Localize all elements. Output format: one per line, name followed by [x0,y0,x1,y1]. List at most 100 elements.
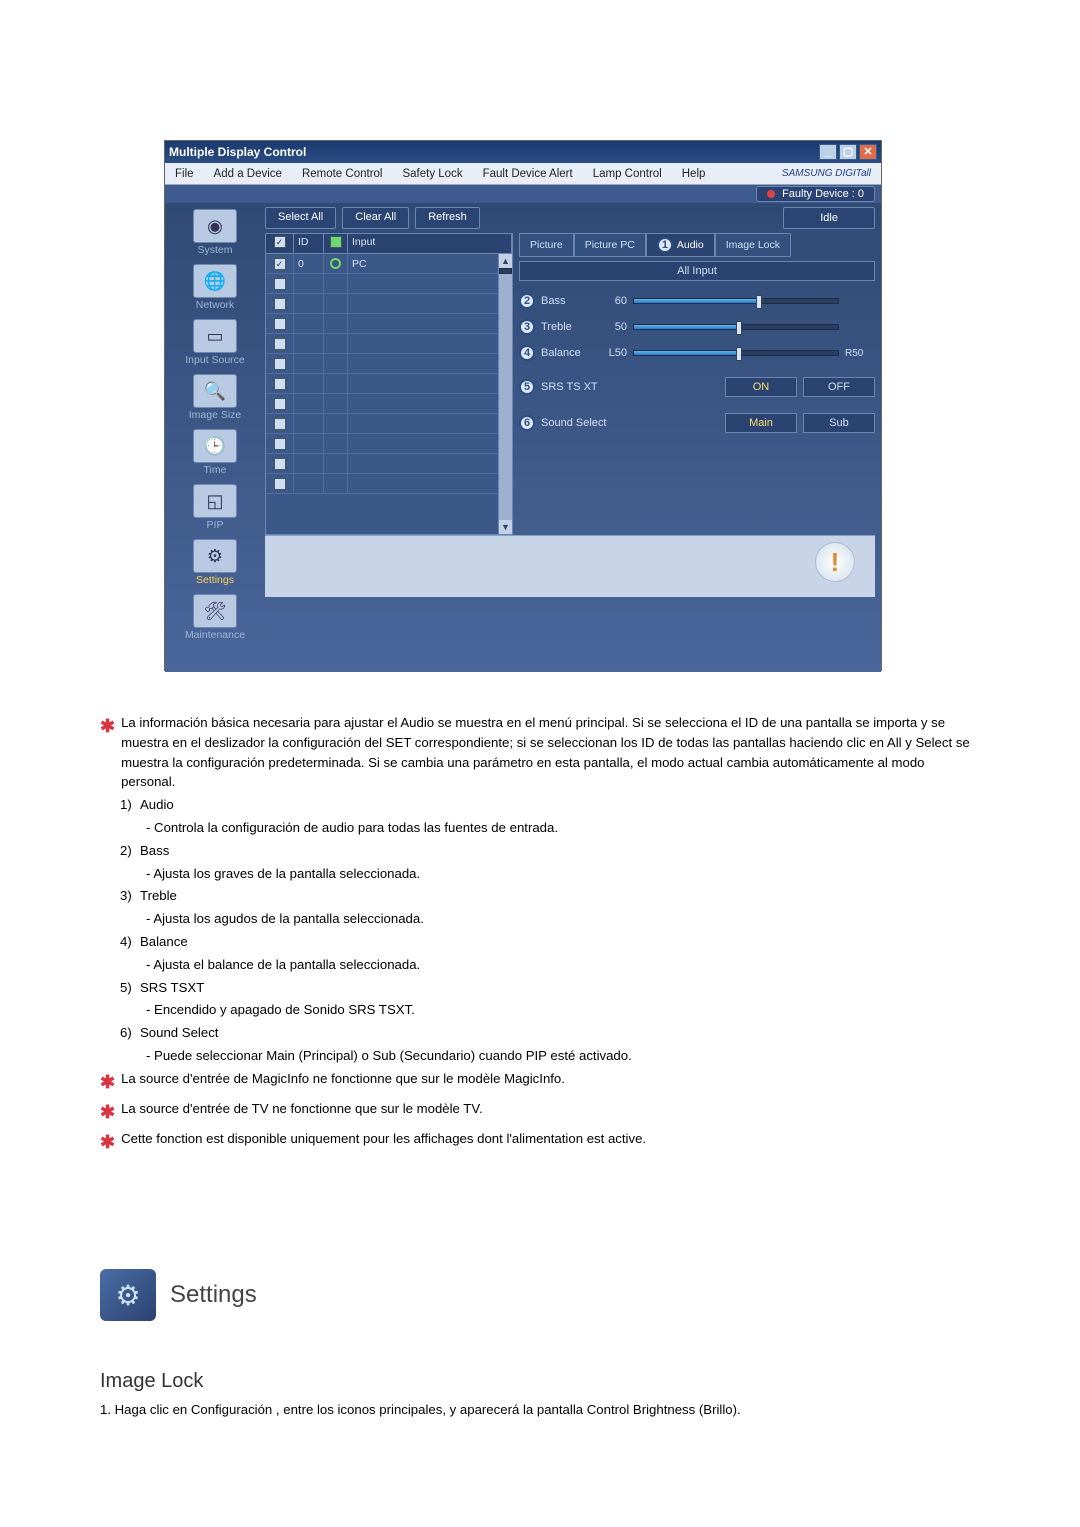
footer-bar: ! [265,535,875,597]
toggle-sound-select: 6 Sound Select Main Sub [519,413,875,433]
network-icon: 🌐 [193,264,237,298]
toggle-srs-off[interactable]: OFF [803,377,875,397]
menu-add-device[interactable]: Add a Device [204,168,292,180]
status-label: Idle [783,207,875,229]
clear-all-button[interactable]: Clear All [342,207,409,229]
doc-item-desc: - Controla la configuración de audio par… [100,818,970,838]
sidebar-item-maintenance[interactable]: 🛠 Maintenance [165,594,265,641]
tab-picture-pc[interactable]: Picture PC [574,233,646,257]
brand-label: SAMSUNG DIGITall [772,168,881,179]
row-checkbox[interactable] [274,358,286,370]
row-checkbox[interactable] [274,318,286,330]
toggle-sound-sub[interactable]: Sub [803,413,875,433]
scroll-up-icon[interactable]: ▲ [499,254,512,268]
toggle-label-sound-select: Sound Select [541,417,617,429]
grid-row-empty[interactable] [266,474,512,494]
tab-picture[interactable]: Picture [519,233,574,257]
grid-row-empty[interactable] [266,354,512,374]
doc-item-desc: - Puede seleccionar Main (Principal) o S… [100,1046,970,1066]
tab-image-lock[interactable]: Image Lock [715,233,791,257]
doc-intro: ✱ La información básica necesaria para a… [100,713,970,792]
toggle-label-srs: SRS TS XT [541,381,617,393]
menu-safety-lock[interactable]: Safety Lock [392,168,472,180]
row-checkbox[interactable] [274,478,286,490]
menu-lamp-control[interactable]: Lamp Control [583,168,672,180]
image-lock-step: 1. Haga clic en Configuración , entre lo… [100,1402,741,1417]
sidebar-label-network: Network [196,299,235,311]
faulty-dot-icon [767,190,775,198]
grid-row-empty[interactable] [266,454,512,474]
row-checkbox[interactable] [274,278,286,290]
slider-handle-bass[interactable] [756,295,762,309]
slider-track-bass[interactable] [633,298,839,304]
scroll-down-icon[interactable]: ▼ [499,520,512,534]
sidebar-item-system[interactable]: ◉ System [165,209,265,256]
pip-icon: ◱ [193,484,237,518]
tab-audio[interactable]: 1 Audio [646,233,715,257]
grid-row-empty[interactable] [266,274,512,294]
row-checkbox[interactable]: ✓ [274,258,286,270]
sidebar-label-system: System [197,244,232,256]
close-button[interactable]: ✕ [859,144,877,160]
row-checkbox[interactable] [274,398,286,410]
row-checkbox[interactable] [274,418,286,430]
row-input: PC [348,254,512,273]
slider-treble: 3 Treble 50 [519,319,875,335]
slider-value-balance-l: L50 [599,347,627,359]
row-checkbox[interactable] [274,378,286,390]
doc-item: 6)Sound Select [100,1023,970,1043]
settings-heading-icon: ⚙ [100,1269,156,1321]
slider-handle-balance[interactable] [736,347,742,361]
row-checkbox[interactable] [274,438,286,450]
marker-2: 2 [519,293,535,309]
grid-row-empty[interactable] [266,334,512,354]
slider-handle-treble[interactable] [736,321,742,335]
select-all-button[interactable]: Select All [265,207,336,229]
grid-row-empty[interactable] [266,294,512,314]
sidebar-label-input-source: Input Source [185,354,245,366]
grid-row-empty[interactable] [266,314,512,334]
sidebar-item-network[interactable]: 🌐 Network [165,264,265,311]
maximize-button[interactable]: ▢ [839,144,857,160]
grid-header: ✓ ID Input [266,234,512,254]
doc-item: 3)Treble [100,886,970,906]
toggle-srs-on[interactable]: ON [725,377,797,397]
row-checkbox[interactable] [274,458,286,470]
maintenance-icon: 🛠 [193,594,237,628]
row-checkbox[interactable] [274,338,286,350]
grid-scrollbar[interactable]: ▲ ▼ [498,254,512,534]
faulty-bar: Faulty Device : 0 [165,185,881,203]
sidebar-item-image-size[interactable]: 🔍 Image Size [165,374,265,421]
grid-row-empty[interactable] [266,394,512,414]
slider-value-bass: 60 [599,295,627,307]
refresh-button[interactable]: Refresh [415,207,480,229]
menubar: File Add a Device Remote Control Safety … [165,163,881,185]
sidebar-item-pip[interactable]: ◱ PIP [165,484,265,531]
header-status-icon [330,236,342,248]
toggle-sound-main[interactable]: Main [725,413,797,433]
sidebar-item-input-source[interactable]: ▭ Input Source [165,319,265,366]
grid-row-empty[interactable] [266,414,512,434]
menu-fault-alert[interactable]: Fault Device Alert [473,168,583,180]
row-checkbox[interactable] [274,298,286,310]
grid-row[interactable]: ✓ 0 PC [266,254,512,274]
menu-remote-control[interactable]: Remote Control [292,168,393,180]
row-id: 0 [294,254,324,273]
doc-note: ✱La source d'entrée de TV ne fonctionne … [100,1099,970,1126]
menu-help[interactable]: Help [672,168,716,180]
slider-track-balance[interactable] [633,350,839,356]
slider-bass: 2 Bass 60 [519,293,875,309]
marker-4: 4 [519,345,535,361]
slider-track-treble[interactable] [633,324,839,330]
grid-row-empty[interactable] [266,374,512,394]
sidebar-item-settings[interactable]: ⚙ Settings [165,539,265,586]
faulty-device-label: Faulty Device : 0 [782,188,864,200]
header-checkbox[interactable]: ✓ [274,236,286,248]
tab-label-picture-pc: Picture PC [585,239,635,251]
minimize-button[interactable]: _ [819,144,837,160]
grid-row-empty[interactable] [266,434,512,454]
menu-file[interactable]: File [165,168,204,180]
image-size-icon: 🔍 [193,374,237,408]
doc-note: ✱Cette fonction est disponible uniquemen… [100,1129,970,1156]
sidebar-item-time[interactable]: 🕒 Time [165,429,265,476]
